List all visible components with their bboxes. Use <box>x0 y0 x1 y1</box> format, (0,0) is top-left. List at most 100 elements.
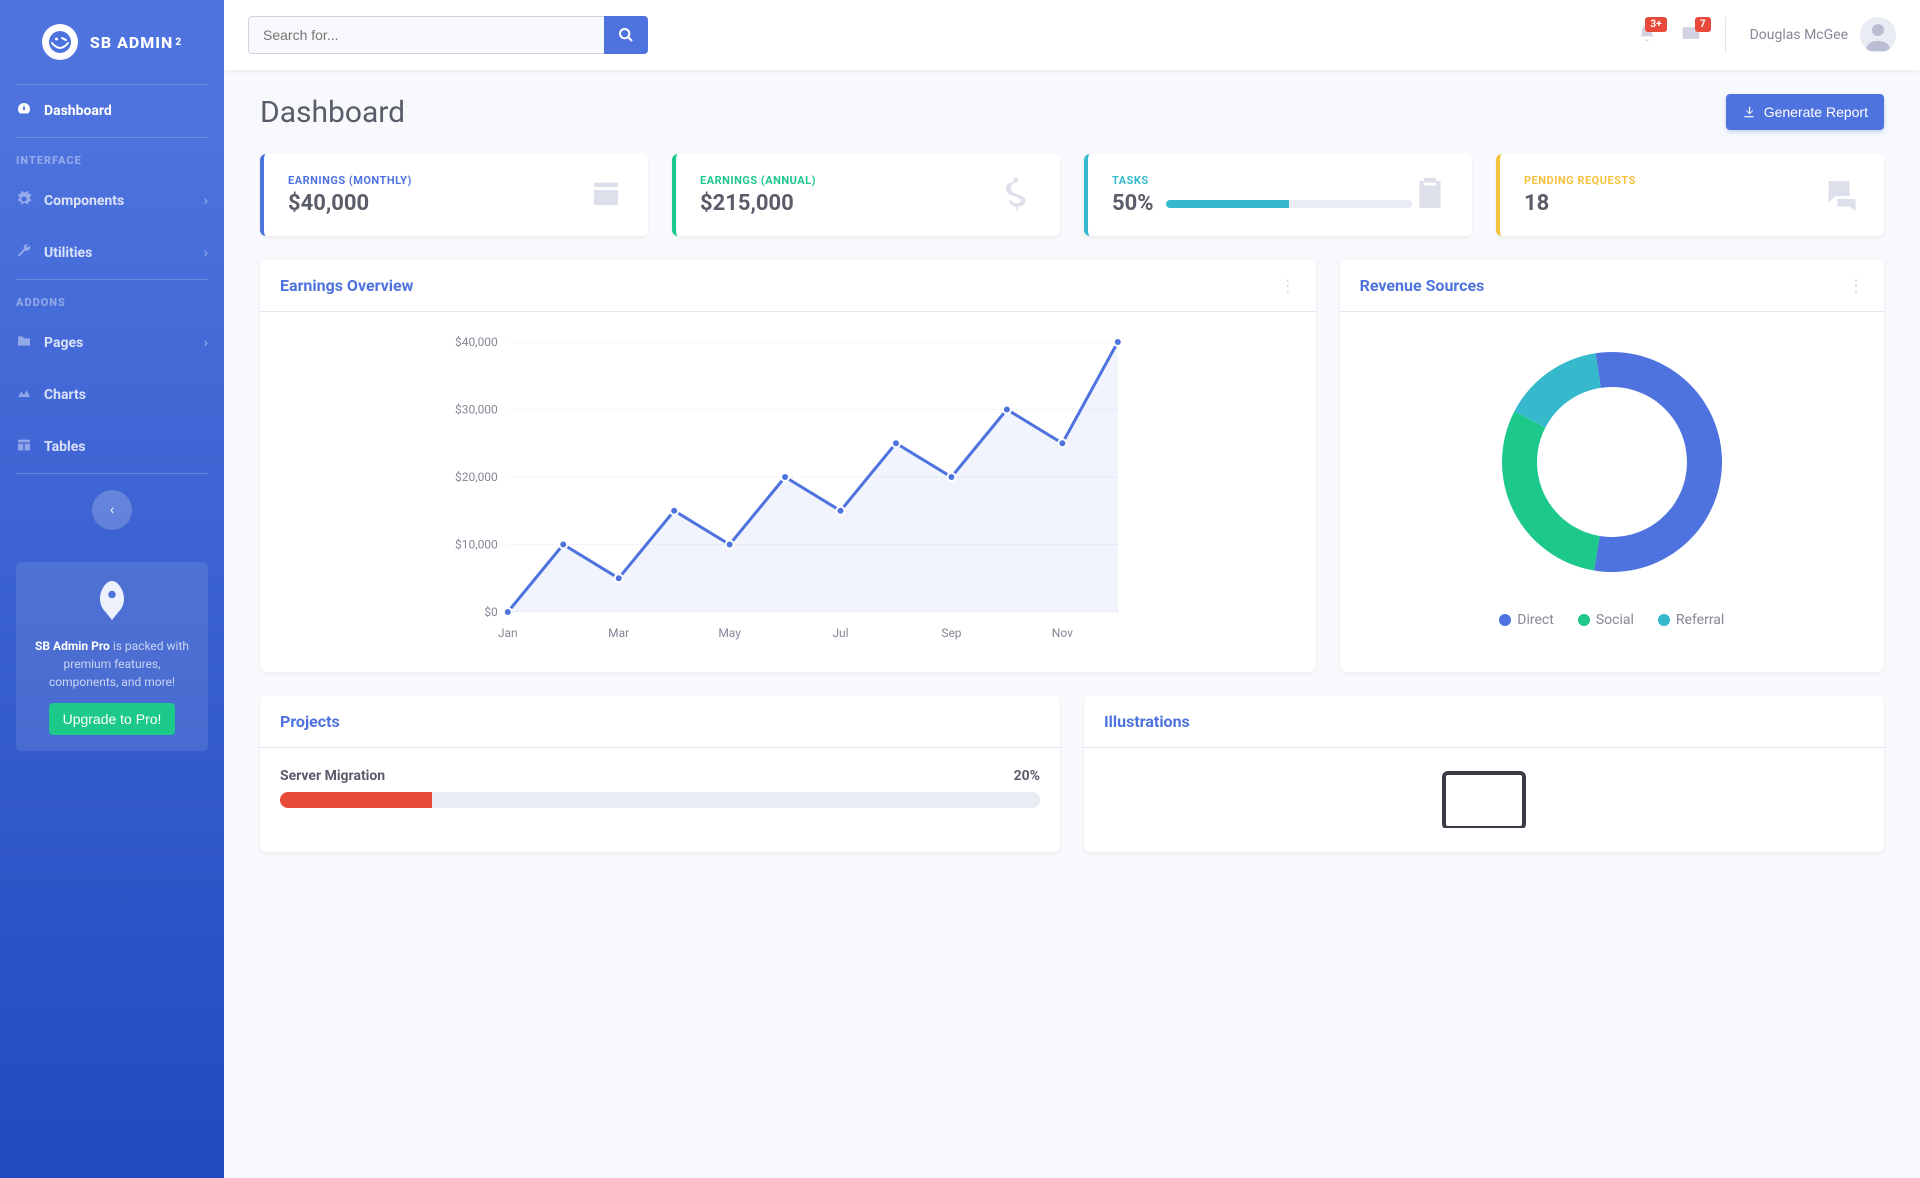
svg-text:Sep: Sep <box>941 626 961 640</box>
legend-item-social: Social <box>1578 612 1634 628</box>
project-progress <box>280 792 1040 808</box>
chevron-right-icon: › <box>204 193 208 209</box>
report-button-label: Generate Report <box>1764 104 1868 120</box>
sidebar-label-tables: Tables <box>44 439 85 455</box>
illustration-image <box>1384 768 1584 828</box>
sidebar-heading-addons: Addons <box>0 280 224 317</box>
stat-card-tasks: Tasks 50% <box>1084 154 1472 236</box>
card-title: Illustrations <box>1104 712 1190 731</box>
svg-text:May: May <box>718 626 741 640</box>
brand-text: SB ADMIN <box>90 33 173 52</box>
chart-legend: Direct Social Referral <box>1499 612 1724 628</box>
brand-icon <box>42 24 78 60</box>
sidebar-promo-card: SB Admin Pro is packed with premium feat… <box>16 562 208 751</box>
legend-item-direct: Direct <box>1499 612 1554 628</box>
stat-value: $215,000 <box>700 191 1000 216</box>
projects-card: Projects Server Migration 20% <box>260 696 1060 852</box>
sidebar-item-tables[interactable]: Tables <box>0 421 224 473</box>
brand[interactable]: SB ADMIN 2 <box>0 0 224 84</box>
revenue-donut-chart <box>1482 332 1742 596</box>
svg-text:$10,000: $10,000 <box>455 538 498 552</box>
comments-icon <box>1824 175 1860 215</box>
generate-report-button[interactable]: Generate Report <box>1726 94 1884 130</box>
avatar <box>1860 17 1896 53</box>
download-icon <box>1742 105 1756 119</box>
brand-sup: 2 <box>175 37 182 48</box>
stat-card-monthly: Earnings (Monthly) $40,000 <box>260 154 648 236</box>
sidebar-item-charts[interactable]: Charts <box>0 369 224 421</box>
messages-badge: 7 <box>1695 17 1711 32</box>
messages-button[interactable]: 7 <box>1681 23 1701 47</box>
user-menu[interactable]: Douglas McGee <box>1750 17 1896 53</box>
upgrade-button[interactable]: Upgrade to Pro! <box>49 703 176 735</box>
topbar: 3+ 7 Douglas McGee <box>224 0 1920 70</box>
rocket-icon <box>88 578 136 626</box>
topbar-divider <box>1725 17 1726 53</box>
dollar-icon <box>1000 175 1036 215</box>
sidebar-label-dashboard: Dashboard <box>44 103 112 119</box>
cog-icon <box>16 191 34 211</box>
svg-text:Jul: Jul <box>832 626 848 640</box>
promo-text: SB Admin Pro is packed with premium feat… <box>32 637 192 691</box>
sidebar-label-components: Components <box>44 193 124 209</box>
svg-text:Jan: Jan <box>498 626 518 640</box>
search-form <box>248 16 648 54</box>
stat-value: $40,000 <box>288 191 588 216</box>
tasks-progress <box>1166 200 1412 208</box>
svg-text:$20,000: $20,000 <box>455 470 498 484</box>
search-button[interactable] <box>604 16 648 54</box>
search-input[interactable] <box>248 16 604 54</box>
calendar-icon <box>588 175 624 215</box>
project-label: Server Migration <box>280 768 385 784</box>
sidebar-item-components[interactable]: Components › <box>0 175 224 227</box>
sidebar-label-utilities: Utilities <box>44 245 92 261</box>
stat-value: 18 <box>1524 191 1824 216</box>
folder-icon <box>16 333 34 353</box>
project-pct: 20% <box>1014 768 1040 784</box>
table-icon <box>16 437 34 457</box>
card-title: Projects <box>280 712 340 731</box>
stat-label: Earnings (Monthly) <box>288 174 588 187</box>
svg-text:Nov: Nov <box>1052 626 1073 640</box>
chevron-right-icon: › <box>204 245 208 261</box>
earnings-chart-card: Earnings Overview ⋮ $0 $10,000 $20,000 $30,… <box>260 260 1316 672</box>
sidebar-item-pages[interactable]: Pages › <box>0 317 224 369</box>
search-icon <box>618 27 634 43</box>
clipboard-icon <box>1412 175 1448 215</box>
chart-area-icon <box>16 385 34 405</box>
sidebar-toggle-button[interactable]: ‹ <box>92 490 132 530</box>
stat-value: 50% <box>1112 191 1154 216</box>
card-title: Revenue Sources <box>1360 276 1485 295</box>
user-name: Douglas McGee <box>1750 27 1848 43</box>
stat-label: Earnings (Annual) <box>700 174 1000 187</box>
chevron-right-icon: › <box>204 335 208 351</box>
alerts-badge: 3+ <box>1645 17 1666 32</box>
stat-card-pending: Pending Requests 18 <box>1496 154 1884 236</box>
illustrations-card: Illustrations <box>1084 696 1884 852</box>
alerts-button[interactable]: 3+ <box>1637 23 1657 47</box>
legend-item-referral: Referral <box>1658 612 1724 628</box>
wrench-icon <box>16 243 34 263</box>
stat-label: Tasks <box>1112 174 1412 187</box>
stat-label: Pending Requests <box>1524 174 1824 187</box>
sidebar-item-dashboard[interactable]: Dashboard <box>0 85 224 137</box>
svg-text:$40,000: $40,000 <box>455 335 498 349</box>
sidebar-item-utilities[interactable]: Utilities › <box>0 227 224 279</box>
svg-text:Mar: Mar <box>608 626 629 640</box>
tachometer-icon <box>16 101 34 121</box>
earnings-area-chart: $0 $10,000 $20,000 $30,000 $40,000 Jan Mar May J… <box>280 332 1296 652</box>
page-title: Dashboard <box>260 95 405 130</box>
card-title: Earnings Overview <box>280 276 413 295</box>
sidebar-heading-interface: Interface <box>0 138 224 175</box>
project-item: Server Migration 20% <box>280 768 1040 808</box>
sidebar-label-pages: Pages <box>44 335 83 351</box>
svg-text:$30,000: $30,000 <box>455 403 498 417</box>
card-menu-button[interactable]: ⋮ <box>1848 276 1864 295</box>
card-menu-button[interactable]: ⋮ <box>1280 276 1296 295</box>
chevron-left-icon: ‹ <box>110 502 114 518</box>
sidebar-label-charts: Charts <box>44 387 86 403</box>
svg-text:$0: $0 <box>484 605 498 619</box>
stat-card-annual: Earnings (Annual) $215,000 <box>672 154 1060 236</box>
revenue-chart-card: Revenue Sources ⋮ Direct Social Referral <box>1340 260 1884 672</box>
sidebar: SB ADMIN 2 Dashboard Interface Component… <box>0 0 224 1178</box>
